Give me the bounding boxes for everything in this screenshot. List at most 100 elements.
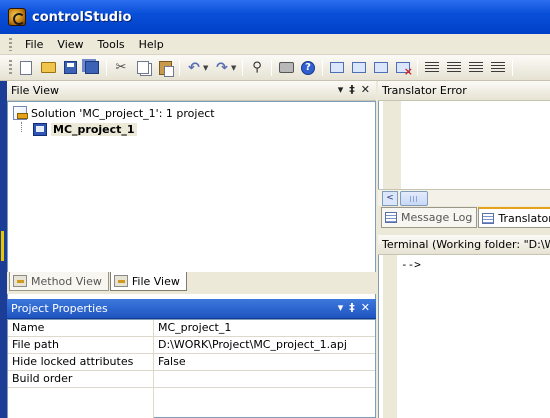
copy-icon [137,61,149,74]
cut-icon: ✂ [115,59,127,75]
menubar-grip[interactable] [9,37,12,51]
toolbar-separator [417,59,418,76]
project-properties-dropdown-icon[interactable]: ▾ [338,301,344,314]
align-center-button[interactable] [446,60,462,76]
file-view-header[interactable]: File View ▾ ‡ ✕ [7,81,376,101]
project-properties-pin-icon[interactable]: ‡ [349,301,355,314]
property-value[interactable]: MC_project_1 [154,320,375,336]
app-logo-icon [8,8,26,26]
translator-error-gutter [383,101,401,189]
help-button[interactable]: ? [300,60,316,76]
solution-label: Solution 'MC_project_1': 1 project [31,106,215,120]
window-close-button[interactable] [395,60,413,78]
save-all-button[interactable] [84,60,100,76]
align-right-icon [469,61,483,74]
find-button[interactable]: ⚲ [249,60,265,76]
project-icon [33,122,47,136]
file-view-tabs: Method View File View [7,272,376,294]
property-row-hide-locked[interactable]: Hide locked attributes False [8,354,375,371]
redo-icon: ↷ [216,59,228,76]
redo-dropdown-icon[interactable]: ▼ [231,64,237,72]
translator-error-body[interactable] [378,101,550,189]
toolbar: ✂ ↶ ▼ ↷ ▼ ⚲ ? [0,55,550,81]
align-justify-button[interactable] [490,60,506,76]
print-icon [278,62,294,73]
project-label: MC_project_1 [51,122,137,136]
file-view-dropdown-icon[interactable]: ▾ [338,83,344,96]
tab-method-view-label: Method View [31,274,102,288]
print-button[interactable] [278,60,294,76]
save-button[interactable] [62,60,78,76]
toolbar-separator [106,59,107,76]
paste-button[interactable] [157,60,174,77]
window-arrow-icon [352,62,366,73]
file-view-pin-icon[interactable]: ‡ [349,83,355,96]
property-row-name[interactable]: Name MC_project_1 [8,320,375,337]
align-left-button[interactable] [424,60,440,76]
message-log-icon [385,212,397,223]
window-button[interactable] [329,60,345,76]
title-bar[interactable]: controlStudio [0,0,550,34]
terminal-header[interactable]: Terminal (Working folder: "D:\WO [378,235,550,255]
file-view-icon [113,275,128,287]
new-file-button[interactable] [18,60,34,76]
left-dock-edge [0,81,7,418]
property-value[interactable]: D:\WORK\Project\MC_project_1.apj [154,337,375,353]
menu-tools[interactable]: Tools [91,35,132,54]
file-view-controls: ▾ ‡ ✕ [338,83,370,96]
window-arrow-button[interactable] [351,60,367,76]
cut-button[interactable]: ✂ [113,60,129,76]
redo-button[interactable]: ↷ [214,60,230,76]
align-left-icon [425,61,439,74]
property-row-build-order[interactable]: Build order [8,371,375,388]
terminal-prompt: --> [401,258,421,271]
project-properties-controls: ▾ ‡ ✕ [338,301,370,314]
terminal-console[interactable]: --> [378,255,550,418]
property-row-file-path[interactable]: File path D:\WORK\Project\MC_project_1.a… [8,337,375,354]
paste-icon [158,60,174,77]
file-view-close-icon[interactable]: ✕ [361,83,370,96]
tab-translator[interactable]: Translator [478,207,550,228]
horizontal-scrollbar[interactable]: < [378,189,550,206]
window-down-button[interactable] [373,60,389,76]
toolbar-grip[interactable] [9,59,12,76]
properties-grid: Name MC_project_1 File path D:\WORK\Proj… [7,319,376,418]
toolbar-separator [271,59,272,76]
terminal-gutter [383,255,397,418]
copy-button[interactable] [135,60,151,76]
undo-dropdown-icon[interactable]: ▼ [203,64,209,72]
toolbar-separator [512,59,513,76]
translator-error-header[interactable]: Translator Error [378,81,550,101]
tab-method-view[interactable]: Method View [9,272,109,291]
right-dock-area: Translator Error < Message Log Translato… [378,81,550,418]
property-value[interactable] [154,371,375,387]
tab-message-log[interactable]: Message Log [381,207,478,228]
project-properties-header[interactable]: Project Properties ▾ ‡ ✕ [7,299,376,319]
method-view-icon [13,275,27,287]
menu-file[interactable]: File [18,35,50,54]
window-down-icon [374,62,388,73]
scroll-thumb[interactable] [400,191,428,206]
toolbar-separator [242,59,243,76]
tab-file-view[interactable]: File View [109,272,187,291]
project-properties-close-icon[interactable]: ✕ [361,301,370,314]
undo-button[interactable]: ↶ [186,60,202,76]
align-right-button[interactable] [468,60,484,76]
menu-help[interactable]: Help [132,35,171,54]
property-value[interactable]: False [154,354,375,370]
menu-view[interactable]: View [50,35,90,54]
window-close-icon [396,62,413,78]
save-icon [63,61,77,74]
window-icon [330,62,344,73]
help-icon: ? [301,60,315,75]
open-button[interactable] [40,60,56,76]
tree-item-project[interactable]: MC_project_1 [33,121,137,137]
find-icon: ⚲ [252,59,262,75]
scroll-left-button[interactable]: < [382,191,398,206]
property-key: Build order [8,371,154,387]
terminal-title: Terminal (Working folder: "D:\WO [382,238,550,251]
menu-bar: File View Tools Help [0,34,550,55]
project-properties-title: Project Properties [11,302,108,315]
tree-item-solution[interactable]: Solution 'MC_project_1': 1 project [13,105,215,121]
property-key-filler [8,388,154,418]
